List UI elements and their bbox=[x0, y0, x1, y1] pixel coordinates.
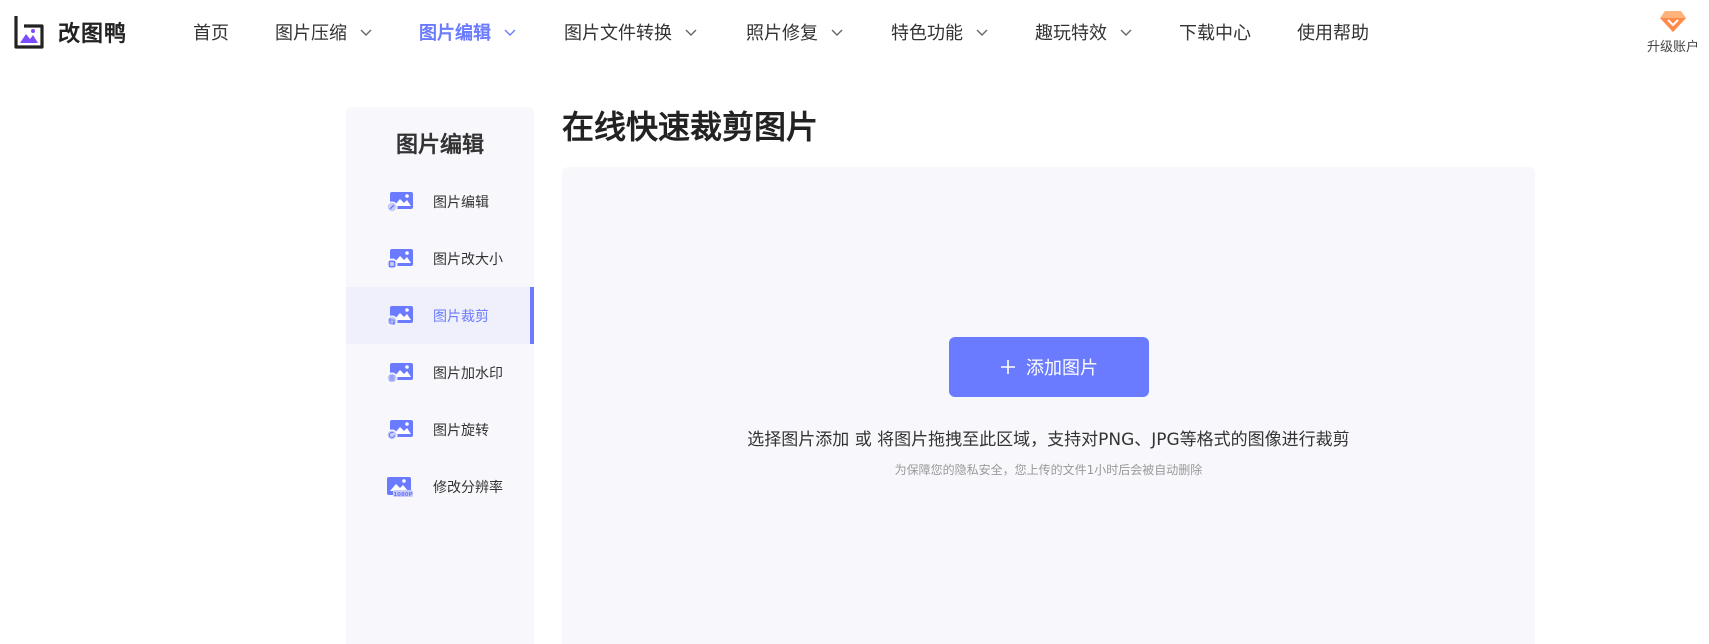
privacy-note: 为保障您的隐私安全，您上传的文件1小时后会被自动删除 bbox=[894, 463, 1203, 477]
sidebar: 图片编辑 图片编辑 图片改大小 图片裁剪 图片加水印 图片旋转 1080P 修改… bbox=[346, 107, 534, 644]
nav-item-label: 下载中心 bbox=[1179, 23, 1251, 44]
nav-item-features[interactable]: 特色功能 bbox=[891, 20, 989, 44]
sidebar-item-image-crop[interactable]: 图片裁剪 bbox=[346, 287, 534, 344]
sidebar-item-image-resolution[interactable]: 1080P 修改分辨率 bbox=[346, 458, 534, 515]
image-resolution-icon: 1080P bbox=[387, 477, 413, 498]
nav-item-effects[interactable]: 趣玩特效 bbox=[1035, 20, 1133, 44]
sidebar-item-image-watermark[interactable]: 图片加水印 bbox=[346, 344, 534, 401]
plus-icon bbox=[1001, 360, 1015, 374]
sidebar-item-image-edit[interactable]: 图片编辑 bbox=[346, 173, 534, 230]
image-edit-icon bbox=[386, 192, 413, 213]
nav-item-edit[interactable]: 图片编辑 bbox=[419, 20, 517, 44]
nav-item-label: 图片压缩 bbox=[275, 23, 347, 44]
chevron-down-icon bbox=[360, 29, 372, 36]
logo[interactable]: 改图鸭 bbox=[10, 14, 127, 50]
page-title: 在线快速裁剪图片 bbox=[562, 108, 819, 146]
chevron-down-icon bbox=[685, 29, 697, 36]
add-image-label: 添加图片 bbox=[1026, 358, 1098, 379]
chevron-down-icon bbox=[831, 29, 843, 36]
nav-item-label: 照片修复 bbox=[746, 23, 818, 44]
upgrade-label: 升级账户 bbox=[1646, 40, 1699, 55]
image-resize-icon bbox=[386, 249, 413, 270]
nav-item-convert[interactable]: 图片文件转换 bbox=[564, 20, 698, 44]
sidebar-item-label: 图片旋转 bbox=[433, 423, 489, 439]
sidebar-item-label: 修改分辨率 bbox=[433, 480, 503, 496]
chevron-down-icon bbox=[976, 29, 988, 36]
nav-item-help[interactable]: 使用帮助 bbox=[1297, 20, 1369, 44]
upgrade-account-button[interactable]: 升级账户 bbox=[1640, 8, 1706, 58]
logo-icon bbox=[14, 16, 44, 49]
upload-hint: 选择图片添加 或 将图片拖拽至此区域，支持对PNG、JPG等格式的图像进行裁剪 bbox=[747, 430, 1350, 450]
chevron-down-icon bbox=[1120, 29, 1132, 36]
nav-item-home[interactable]: 首页 bbox=[193, 20, 229, 44]
nav-item-label: 首页 bbox=[193, 23, 229, 44]
nav-item-download[interactable]: 下载中心 bbox=[1179, 20, 1251, 44]
sidebar-item-label: 图片裁剪 bbox=[433, 309, 489, 325]
nav-item-label: 图片文件转换 bbox=[564, 23, 672, 44]
top-navbar: 改图鸭 首页 图片压缩 图片编辑 图片文件转换 照片修复 特色功能 趣玩特效 下… bbox=[0, 0, 1709, 64]
image-crop-icon bbox=[386, 306, 413, 327]
sidebar-item-label: 图片改大小 bbox=[433, 252, 503, 268]
add-image-button[interactable]: 添加图片 bbox=[949, 337, 1149, 397]
nav-item-label: 趣玩特效 bbox=[1035, 23, 1107, 44]
sidebar-item-image-resize[interactable]: 图片改大小 bbox=[346, 230, 534, 287]
nav-item-label: 图片编辑 bbox=[419, 23, 491, 44]
image-rotate-icon bbox=[386, 420, 413, 441]
sidebar-item-image-rotate[interactable]: 图片旋转 bbox=[346, 401, 534, 458]
image-watermark-icon bbox=[386, 363, 413, 384]
sidebar-title: 图片编辑 bbox=[395, 133, 484, 158]
resolution-badge: 1080P bbox=[393, 492, 412, 498]
upload-dropzone[interactable] bbox=[562, 167, 1535, 644]
nav-item-label: 使用帮助 bbox=[1297, 23, 1369, 44]
sidebar-item-label: 图片编辑 bbox=[433, 195, 489, 211]
sidebar-item-label: 图片加水印 bbox=[433, 366, 503, 382]
brand-name: 改图鸭 bbox=[58, 22, 128, 47]
nav-item-compress[interactable]: 图片压缩 bbox=[275, 20, 373, 44]
diamond-icon bbox=[1660, 11, 1686, 32]
nav-item-repair[interactable]: 照片修复 bbox=[746, 20, 844, 44]
chevron-down-icon bbox=[504, 29, 516, 36]
nav-item-label: 特色功能 bbox=[891, 23, 963, 44]
